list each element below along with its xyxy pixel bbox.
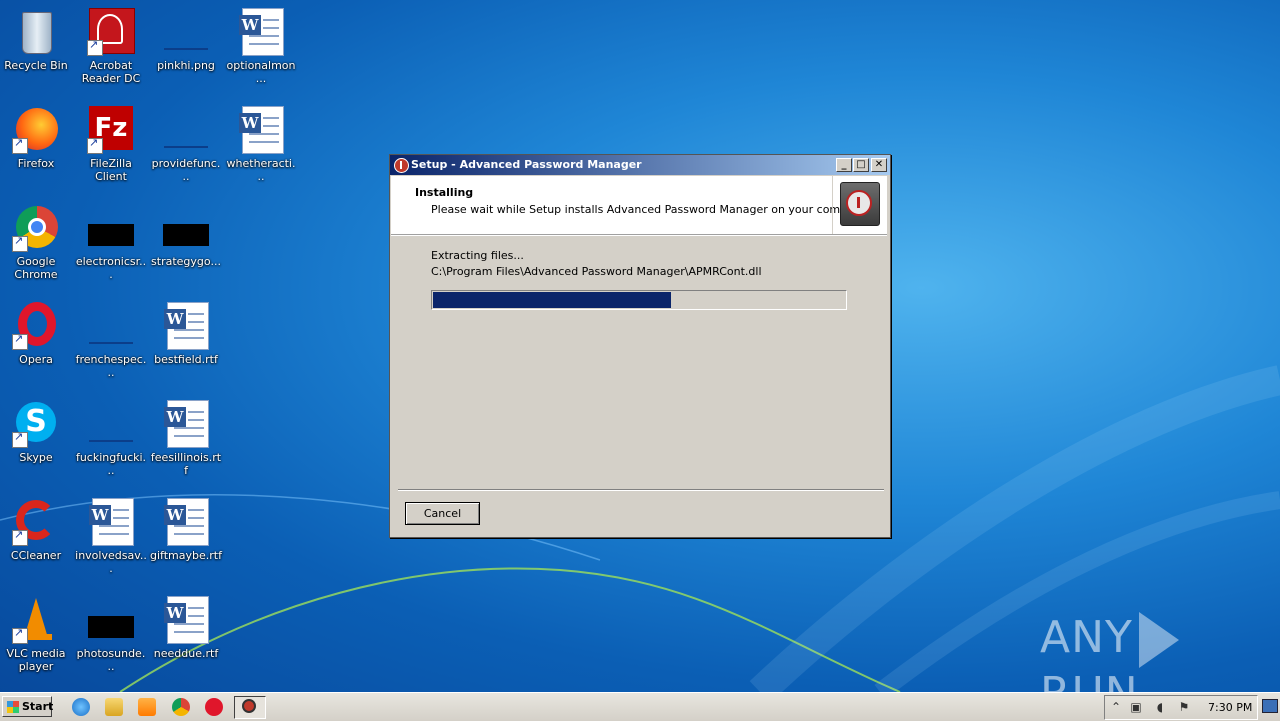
desktop-icon-providefunc[interactable]: providefunc...: [150, 106, 222, 183]
install-progress-bar: [431, 290, 847, 310]
desktop-icon-strategygo[interactable]: strategygo...: [150, 204, 222, 268]
acrobat-icon: [87, 8, 135, 56]
dialog-body: Extracting files... C:\Program Files\Adv…: [391, 235, 887, 486]
header-title: Installing: [415, 186, 474, 199]
windows-logo-icon: [7, 701, 19, 713]
shortcut-arrow-icon: [12, 430, 28, 448]
volume-icon[interactable]: ◖: [1153, 700, 1167, 714]
minimize-button[interactable]: _: [836, 158, 852, 172]
desktop-icon-frenchespec[interactable]: frenchespec...: [75, 302, 147, 379]
close-button[interactable]: ✕: [871, 158, 887, 172]
dialog-title: Setup - Advanced Password Manager: [411, 158, 642, 171]
file-thumbnail-icon: [87, 204, 135, 252]
vlc-cone-icon: [12, 596, 60, 644]
word-document-icon: W: [87, 498, 135, 546]
dialog-titlebar[interactable]: Setup - Advanced Password Manager _ □ ✕: [390, 155, 890, 175]
media-player-icon[interactable]: [138, 698, 156, 716]
start-button[interactable]: Start: [2, 696, 53, 717]
network-icon[interactable]: ▣: [1129, 700, 1143, 714]
desktop-icon-electronicsr[interactable]: electronicsr...: [75, 204, 147, 281]
status-text: Extracting files...: [431, 249, 524, 262]
footer-divider: [398, 489, 884, 491]
desktop-icon-firefox[interactable]: Firefox: [0, 106, 72, 170]
file-thumbnail-icon: [87, 596, 135, 644]
system-clock[interactable]: 7:30 PM: [1208, 701, 1252, 714]
shortcut-arrow-icon: [12, 528, 28, 546]
word-document-icon: W: [237, 106, 285, 154]
shortcut-arrow-icon: [12, 626, 28, 644]
word-document-icon: W: [162, 498, 210, 546]
desktop-icon-ccleaner[interactable]: CCleaner: [0, 498, 72, 562]
shortcut-arrow-icon: [12, 136, 28, 154]
word-document-icon: W: [162, 302, 210, 350]
desktop-icon-whetheracti[interactable]: W whetheracti...: [225, 106, 297, 183]
desktop-icon-filezilla[interactable]: Fz FileZilla Client: [75, 106, 147, 183]
desktop-icon-involvedsav[interactable]: W involvedsav...: [75, 498, 147, 575]
file-thumbnail-icon: [87, 400, 135, 448]
desktop-icon-pinkhi-png[interactable]: pinkhi.png: [150, 8, 222, 72]
desktop-icon-google-chrome[interactable]: Google Chrome: [0, 204, 72, 281]
filezilla-icon: Fz: [87, 106, 135, 154]
chrome-taskbar-icon[interactable]: [172, 698, 190, 716]
password-manager-taskbar-icon: [242, 699, 256, 713]
desktop-icon-skype[interactable]: S Skype: [0, 400, 72, 464]
desktop-icon-needdue[interactable]: W needdue.rtf: [150, 596, 222, 660]
desktop-icon-feesillinois[interactable]: W feesillinois.rtf: [150, 400, 222, 477]
skype-icon: S: [12, 400, 60, 448]
desktop-icon-vlc[interactable]: VLC media player: [0, 596, 72, 673]
app-logo-icon: [394, 158, 409, 173]
file-explorer-icon[interactable]: [105, 698, 123, 716]
taskbar: Start ⌃ ▣ ◖ ⚑ 7:30 PM: [0, 692, 1280, 721]
file-thumbnail-icon: [87, 302, 135, 350]
desktop-icon-fuckingfucki[interactable]: fuckingfucki...: [75, 400, 147, 477]
action-center-flag-icon[interactable]: ⚑: [1177, 700, 1191, 714]
shortcut-arrow-icon: [12, 234, 28, 252]
file-thumbnail-icon: [162, 8, 210, 56]
opera-taskbar-icon[interactable]: [205, 698, 223, 716]
maximize-button[interactable]: □: [853, 158, 869, 172]
chrome-icon: [12, 204, 60, 252]
progress-fill: [433, 292, 672, 308]
dialog-header: Installing Please wait while Setup insta…: [391, 176, 887, 235]
word-document-icon: W: [162, 400, 210, 448]
play-triangle-icon: [1138, 612, 1179, 668]
desktop-icon-optionalmon[interactable]: W optionalmon...: [225, 8, 297, 85]
show-desktop-icon[interactable]: [1262, 699, 1278, 713]
shortcut-arrow-icon: [87, 38, 103, 56]
password-safe-icon: [840, 182, 880, 226]
file-thumbnail-icon: [162, 204, 210, 252]
word-document-icon: W: [162, 596, 210, 644]
desktop-icon-recycle-bin[interactable]: Recycle Bin: [0, 8, 72, 72]
desktop-icon-bestfield[interactable]: W bestfield.rtf: [150, 302, 222, 366]
shortcut-arrow-icon: [87, 136, 103, 154]
firefox-icon: [12, 106, 60, 154]
desktop-icon-opera[interactable]: Opera: [0, 302, 72, 366]
recycle-bin-icon: [12, 8, 60, 56]
file-thumbnail-icon: [162, 106, 210, 154]
setup-dialog: Setup - Advanced Password Manager _ □ ✕ …: [389, 154, 891, 538]
word-document-icon: W: [237, 8, 285, 56]
desktop-icon-photosunde[interactable]: photosunde...: [75, 596, 147, 673]
internet-explorer-icon[interactable]: [72, 698, 90, 716]
current-file-path: C:\Program Files\Advanced Password Manag…: [431, 265, 762, 278]
setup-taskbar-button[interactable]: [234, 696, 266, 719]
header-subtitle: Please wait while Setup installs Advance…: [431, 203, 873, 216]
desktop-icon-acrobat-reader[interactable]: Acrobat Reader DC: [75, 8, 147, 85]
opera-icon: [12, 302, 60, 350]
ccleaner-icon: [12, 498, 60, 546]
desktop-icon-giftmaybe[interactable]: W giftmaybe.rtf: [150, 498, 222, 562]
cancel-button[interactable]: Cancel: [405, 502, 480, 525]
show-hidden-icons-icon[interactable]: ⌃: [1109, 700, 1123, 714]
shortcut-arrow-icon: [12, 332, 28, 350]
